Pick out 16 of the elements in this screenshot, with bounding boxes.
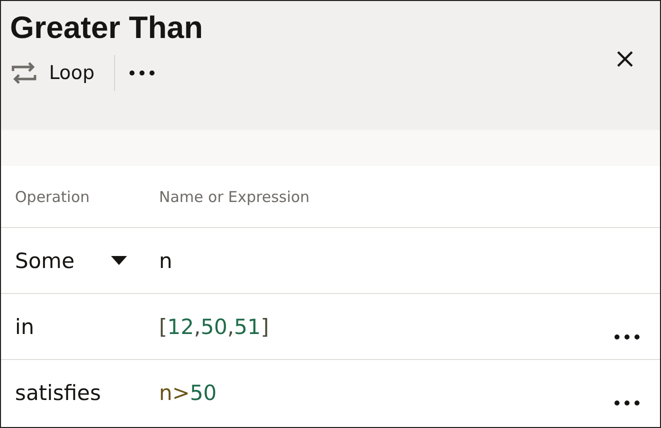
caret-icon [111,256,127,265]
expression-text: n>50 [159,380,218,404]
loop-icon [11,62,37,84]
operation-dropdown[interactable]: Some [15,248,127,272]
panel-title: Greater Than [10,9,203,47]
operation-text: in [15,314,36,338]
loop-button[interactable]: Loop [10,58,98,88]
ellipsis-icon [614,400,640,406]
ellipsis-icon [128,70,155,76]
expression-text: [12,50,51] [159,314,270,338]
operation-text: satisfies [15,380,102,404]
column-header: Name or Expression [159,188,310,206]
ellipsis-icon [614,334,640,340]
column-header: Operation [15,188,91,206]
expression-text: n [159,248,174,272]
close-icon [616,50,634,68]
